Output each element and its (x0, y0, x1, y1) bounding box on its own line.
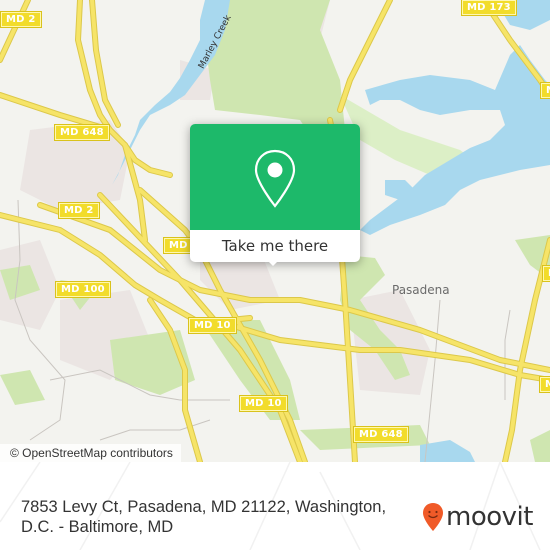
route-shield-m: M (538, 376, 550, 393)
popup-header (190, 124, 360, 230)
route-shield-m: M (539, 82, 550, 99)
popup-pointer (265, 258, 281, 266)
route-shield-md648: MD 648 (353, 426, 409, 443)
location-popup: Take me there (190, 124, 360, 266)
moovit-logo[interactable]: moovit (422, 502, 533, 532)
moovit-pin-icon (423, 503, 443, 531)
route-shield-md2: MD 2 (0, 11, 42, 28)
brand-wordmark: moovit (446, 502, 533, 532)
place-label-pasadena: Pasadena (392, 283, 450, 297)
route-shield-md: MD (542, 265, 550, 282)
map-attribution[interactable]: © OpenStreetMap contributors (0, 444, 181, 462)
route-shield-md10: MD 10 (188, 317, 237, 334)
route-shield-md173: MD 173 (461, 0, 517, 16)
location-pin-icon (254, 149, 296, 208)
address-text: 7853 Levy Ct, Pasadena, MD 21122, Washin… (21, 498, 387, 536)
route-shield-md10: MD 10 (239, 395, 288, 412)
route-shield-md100: MD 100 (55, 281, 111, 298)
route-shield-md648: MD 648 (54, 124, 110, 141)
route-shield-md: MD (163, 237, 194, 254)
route-shield-md2: MD 2 (58, 202, 100, 219)
